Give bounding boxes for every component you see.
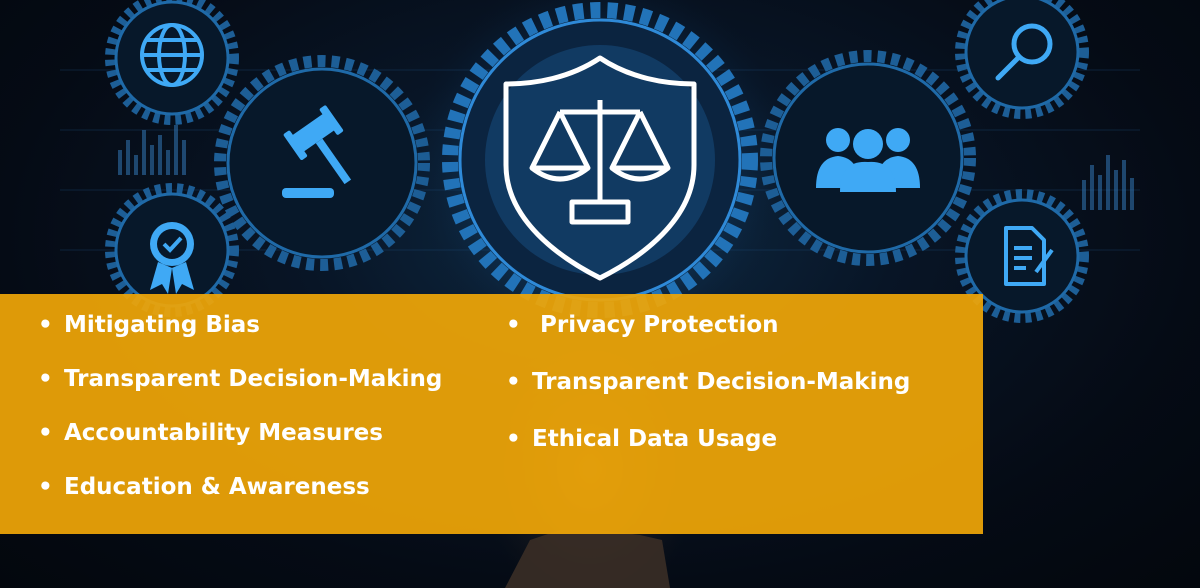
list-item: • Ethical Data Usage: [506, 420, 910, 477]
list-item: • Mitigating Bias: [38, 306, 442, 360]
list-item-label: Transparent Decision-Making: [532, 369, 911, 395]
list-item-label: Education & Awareness: [64, 474, 370, 500]
list-item: • Education & Awareness: [38, 468, 442, 522]
bullet: •: [38, 474, 53, 500]
list-item: • Transparent Decision-Making: [506, 363, 910, 420]
principles-panel: • Mitigating Bias • Transparent Decision-M…: [0, 294, 983, 534]
left-principles-list: • Mitigating Bias • Transparent Decision-M…: [38, 306, 442, 522]
bullet: •: [506, 369, 521, 395]
list-item-label: Accountability Measures: [64, 420, 383, 446]
list-item: • Transparent Decision-Making: [38, 360, 442, 414]
gear-ring-top-left: [105, 0, 239, 125]
bullet: •: [506, 312, 521, 338]
list-item-label: Transparent Decision-Making: [64, 366, 443, 392]
bullet: •: [38, 312, 53, 338]
background-bars-left: [118, 125, 186, 175]
bullet: •: [38, 420, 53, 446]
list-item-label: Privacy Protection: [540, 312, 779, 338]
list-item: • Privacy Protection: [506, 306, 910, 363]
list-item: • Accountability Measures: [38, 414, 442, 468]
gear-ring-mid-left: [214, 55, 430, 271]
background-bars-right: [1082, 155, 1134, 210]
right-principles-list: • Privacy Protection • Transparent Decisio…: [506, 306, 910, 477]
list-item-label: Ethical Data Usage: [532, 426, 778, 452]
bullet: •: [506, 426, 521, 452]
bullet: •: [38, 366, 53, 392]
list-item-label: Mitigating Bias: [64, 312, 260, 338]
